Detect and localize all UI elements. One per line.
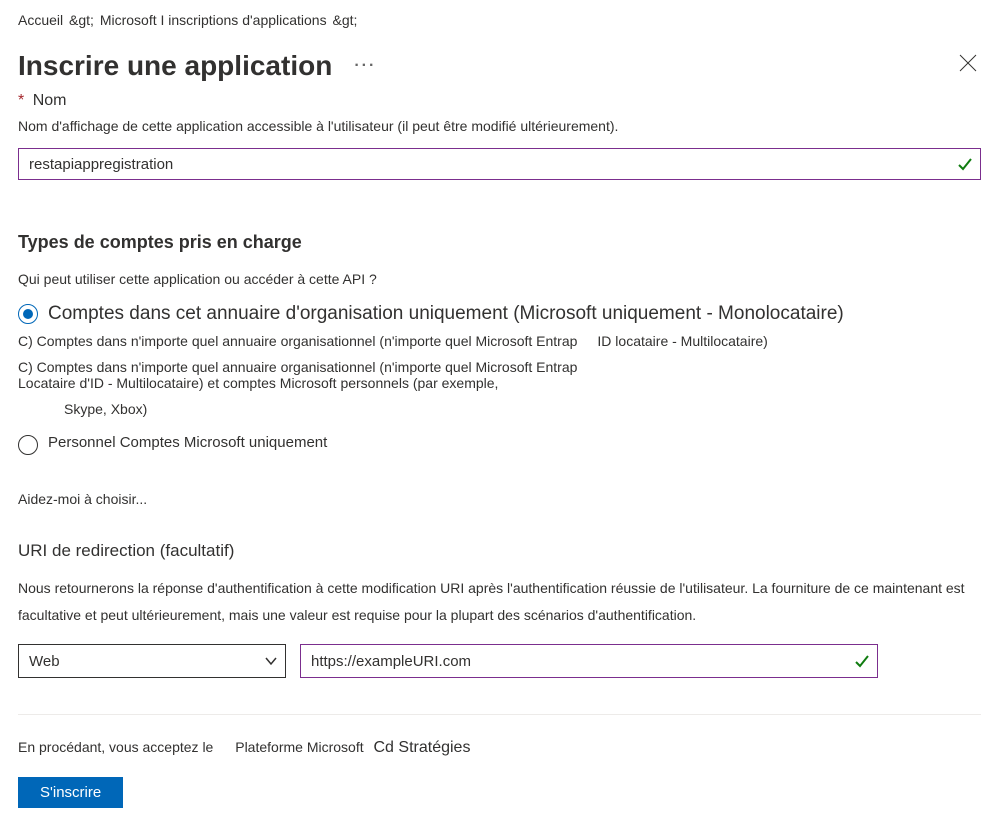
- redirect-uri-row: Web: [18, 644, 981, 678]
- footer: En procédant, vous acceptez le Plateform…: [18, 714, 981, 808]
- platform-select[interactable]: Web: [18, 644, 286, 678]
- redirect-uri-heading: URI de redirection (facultatif): [18, 541, 981, 561]
- page-title: Inscrire une application ···: [18, 50, 376, 82]
- radio-option-single-tenant[interactable]: Comptes dans cet annuaire d'organisation…: [18, 303, 981, 325]
- account-types-sub: Qui peut utiliser cette application ou a…: [18, 271, 981, 287]
- policies-cd-link[interactable]: Cd Stratégies: [374, 739, 471, 756]
- name-label: Nom: [33, 92, 67, 109]
- help-me-choose-link[interactable]: Aidez-moi à choisir...: [18, 491, 981, 507]
- name-input[interactable]: [18, 148, 981, 180]
- policies-line: En procédant, vous acceptez le Plateform…: [18, 739, 981, 757]
- breadcrumb-sep: &gt;: [69, 12, 94, 28]
- radio-option-multi-tenant-suffix: ID locataire - Multilocataire): [597, 333, 767, 349]
- close-icon[interactable]: [955, 50, 981, 82]
- required-asterisk: *: [18, 92, 24, 109]
- page-header: Inscrire une application ···: [18, 50, 981, 82]
- radio-option-multi-tenant-personal[interactable]: C) Comptes dans n'importe quel annuaire …: [18, 359, 981, 391]
- page-title-text: Inscrire une application: [18, 50, 332, 82]
- radio-button-icon[interactable]: [18, 304, 38, 324]
- register-button[interactable]: S'inscrire: [18, 777, 123, 808]
- redirect-uri-desc: Nous retournerons la réponse d'authentif…: [18, 575, 981, 628]
- radio-button-icon[interactable]: [18, 435, 38, 455]
- checkmark-icon: [854, 653, 870, 669]
- breadcrumb-sep2: &gt;: [333, 12, 358, 28]
- account-types-radio-group: Comptes dans cet annuaire d'organisation…: [18, 303, 981, 455]
- radio-label-single-tenant: Comptes dans cet annuaire d'organisation…: [48, 303, 844, 325]
- platform-select-value: Web: [29, 653, 60, 670]
- more-icon[interactable]: ···: [354, 57, 376, 75]
- chevron-down-icon: [264, 654, 278, 668]
- checkmark-icon: [957, 156, 973, 172]
- radio-label-personal: Personnel Comptes Microsoft uniquement: [48, 433, 327, 453]
- name-label-row: * Nom: [18, 92, 981, 110]
- account-types-heading: Types de comptes pris en charge: [18, 232, 981, 253]
- policies-pre: En procédant, vous acceptez le: [18, 739, 213, 755]
- radio-option-personal[interactable]: Personnel Comptes Microsoft uniquement: [18, 433, 981, 455]
- radio-option-multi-tenant[interactable]: C) Comptes dans n'importe quel annuaire …: [18, 333, 981, 349]
- radio-option-multi-tenant-prefix: C) Comptes dans n'importe quel annuaire …: [18, 333, 577, 349]
- radio-option-multi-tenant-personal-prefix: C) Comptes dans n'importe quel annuaire …: [18, 359, 577, 375]
- redirect-uri-input[interactable]: [300, 644, 878, 678]
- redirect-uri-input-wrap: [300, 644, 878, 678]
- platform-select-wrap: Web: [18, 644, 286, 678]
- name-input-wrap: [18, 148, 981, 180]
- breadcrumb-home[interactable]: Accueil: [18, 12, 63, 28]
- policies-platform-link[interactable]: Plateforme Microsoft: [235, 739, 363, 755]
- radio-option-multi-tenant-personal-suffix: Locataire d'ID - Multilocataire) et comp…: [18, 375, 498, 391]
- breadcrumb: Accueil &gt; Microsoft I inscriptions d'…: [18, 12, 981, 28]
- radio-option-multi-tenant-personal-cont: Skype, Xbox): [64, 401, 981, 417]
- name-help-text: Nom d'affichage de cette application acc…: [18, 118, 981, 134]
- breadcrumb-node-app-reg[interactable]: Microsoft I inscriptions d'applications: [100, 12, 327, 28]
